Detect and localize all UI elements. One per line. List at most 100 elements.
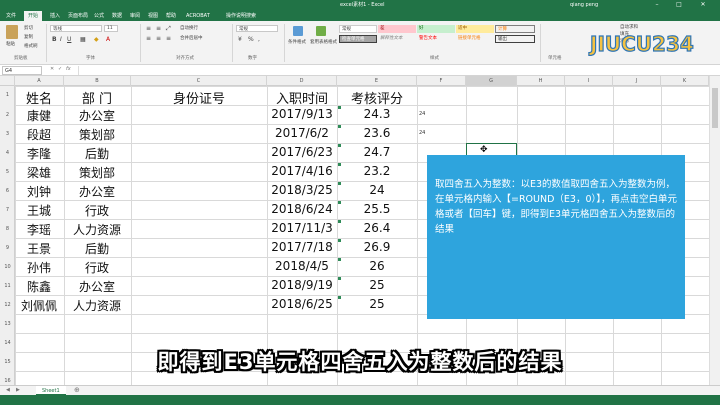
cancel-icon[interactable]: ✕ — [50, 66, 54, 72]
conditional-format-icon[interactable] — [293, 26, 303, 36]
row-header[interactable]: 5 — [0, 169, 15, 175]
align-middle-icon[interactable]: ≡ — [156, 25, 161, 32]
tab-page-layout[interactable]: 页面布局 — [64, 11, 92, 21]
row-header[interactable]: 16 — [0, 378, 15, 384]
select-all-corner[interactable] — [0, 76, 15, 86]
tab-home[interactable]: 开始 — [24, 11, 43, 21]
error-indicator-icon[interactable] — [338, 296, 341, 299]
col-header-i[interactable]: I — [565, 76, 613, 86]
minimize-icon[interactable]: – — [648, 0, 666, 10]
cut-button[interactable]: 剪切 — [24, 25, 33, 31]
merge-center-button[interactable]: 合并后居中 — [180, 35, 203, 41]
fill-color-icon[interactable]: ◆ — [94, 36, 99, 43]
row-header[interactable]: 11 — [0, 283, 15, 289]
italic-icon[interactable]: I — [60, 36, 62, 43]
row-header[interactable]: 10 — [0, 264, 15, 270]
style-output[interactable]: 输出 — [495, 35, 535, 43]
number-format-select[interactable]: 常规 — [236, 25, 278, 32]
col-header-c[interactable]: C — [131, 76, 267, 86]
cell-score[interactable]: 23.2 — [317, 164, 437, 178]
error-indicator-icon[interactable] — [338, 220, 341, 223]
col-header-g[interactable]: G — [466, 76, 517, 86]
cell-department[interactable]: 策划部 — [37, 126, 157, 143]
cell-score[interactable]: 25 — [317, 297, 437, 311]
col-header-e[interactable]: E — [337, 76, 417, 86]
cell-score[interactable]: 25.5 — [317, 202, 437, 216]
cell-department[interactable]: 策划部 — [37, 164, 157, 181]
orientation-icon[interactable]: ⤢ — [166, 25, 171, 33]
row-header[interactable]: 4 — [0, 150, 15, 156]
tab-formulas[interactable]: 公式 — [90, 11, 108, 21]
prev-sheet-icon[interactable]: ◀ — [6, 387, 10, 393]
cell-department[interactable]: 行政 — [37, 202, 157, 219]
error-indicator-icon[interactable] — [338, 125, 341, 128]
format-painter-button[interactable]: 格式刷 — [24, 43, 38, 49]
tab-view[interactable]: 视图 — [144, 11, 162, 21]
tab-help[interactable]: 帮助 — [162, 11, 180, 21]
table-format-icon[interactable] — [316, 26, 326, 36]
cell-department[interactable]: 人力资源 — [37, 221, 157, 238]
conditional-format-button[interactable]: 条件格式 — [288, 39, 306, 45]
error-indicator-icon[interactable] — [338, 182, 341, 185]
currency-icon[interactable]: ¥ — [238, 36, 242, 43]
cell-score[interactable]: 25 — [317, 278, 437, 292]
cell-score[interactable]: 26.9 — [317, 240, 437, 254]
header-cell-id-number[interactable]: 身份证号 — [139, 88, 259, 107]
underline-icon[interactable]: U — [67, 36, 71, 43]
cell-department[interactable]: 后勤 — [37, 240, 157, 257]
align-left-icon[interactable]: ≡ — [146, 35, 151, 42]
tab-insert[interactable]: 插入 — [46, 11, 64, 21]
row-header[interactable]: 8 — [0, 226, 15, 232]
cell-f-value[interactable]: 24 — [419, 111, 425, 117]
col-header-d[interactable]: D — [267, 76, 337, 86]
style-explain[interactable]: 解释性文本 — [378, 35, 416, 43]
borders-icon[interactable]: ▦ — [80, 36, 86, 43]
error-indicator-icon[interactable] — [338, 277, 341, 280]
cell-score[interactable]: 24 — [317, 183, 437, 197]
error-indicator-icon[interactable] — [338, 201, 341, 204]
col-header-j[interactable]: J — [613, 76, 661, 86]
col-header-k[interactable]: K — [661, 76, 709, 86]
wrap-text-button[interactable]: 自动换行 — [180, 25, 198, 31]
style-check[interactable]: 检查单元格 — [339, 35, 377, 43]
tab-file[interactable]: 文件 — [2, 11, 20, 21]
style-bad[interactable]: 差 — [378, 25, 416, 33]
font-size-select[interactable]: 11 — [104, 25, 118, 32]
tab-data[interactable]: 数据 — [108, 11, 126, 21]
row-header[interactable]: 1 — [0, 92, 15, 98]
font-name-select[interactable]: 等线 — [50, 25, 102, 32]
name-box[interactable]: G4 — [2, 66, 42, 75]
row-header[interactable]: 6 — [0, 188, 15, 194]
cell-department[interactable]: 后勤 — [37, 145, 157, 162]
paste-label[interactable]: 粘贴 — [6, 41, 15, 47]
col-header-b[interactable]: B — [64, 76, 131, 86]
style-link[interactable]: 链接单元格 — [456, 35, 494, 43]
paste-icon[interactable] — [6, 25, 18, 39]
tab-review[interactable]: 审阅 — [126, 11, 144, 21]
add-sheet-icon[interactable]: ⊕ — [74, 386, 80, 394]
cell-department[interactable]: 人力资源 — [37, 297, 157, 314]
table-format-button[interactable]: 套用表格格式 — [310, 39, 337, 45]
error-indicator-icon[interactable] — [338, 163, 341, 166]
row-header[interactable]: 2 — [0, 112, 15, 118]
error-indicator-icon[interactable] — [338, 106, 341, 109]
user-name[interactable]: qiang peng — [570, 0, 598, 10]
align-right-icon[interactable]: ≡ — [166, 35, 171, 42]
style-neutral[interactable]: 适中 — [456, 25, 494, 33]
comma-icon[interactable]: , — [258, 36, 260, 43]
cell-department[interactable]: 办公室 — [37, 278, 157, 295]
tab-acrobat[interactable]: ACROBAT — [182, 11, 214, 21]
cell-score[interactable]: 24.7 — [317, 145, 437, 159]
next-sheet-icon[interactable]: ▶ — [16, 387, 20, 393]
col-header-a[interactable]: A — [15, 76, 64, 86]
tell-me-search[interactable]: 操作说明搜索 — [222, 11, 260, 21]
style-normal[interactable]: 常规 — [339, 25, 377, 33]
col-header-h[interactable]: H — [517, 76, 565, 86]
enter-icon[interactable]: ✓ — [58, 66, 62, 72]
cell-department[interactable]: 办公室 — [37, 107, 157, 124]
formula-input[interactable] — [78, 66, 708, 75]
maximize-icon[interactable]: □ — [670, 0, 688, 10]
align-top-icon[interactable]: ≡ — [146, 25, 151, 32]
header-cell-score[interactable]: 考核评分 — [317, 88, 437, 107]
style-good[interactable]: 好 — [417, 25, 455, 33]
